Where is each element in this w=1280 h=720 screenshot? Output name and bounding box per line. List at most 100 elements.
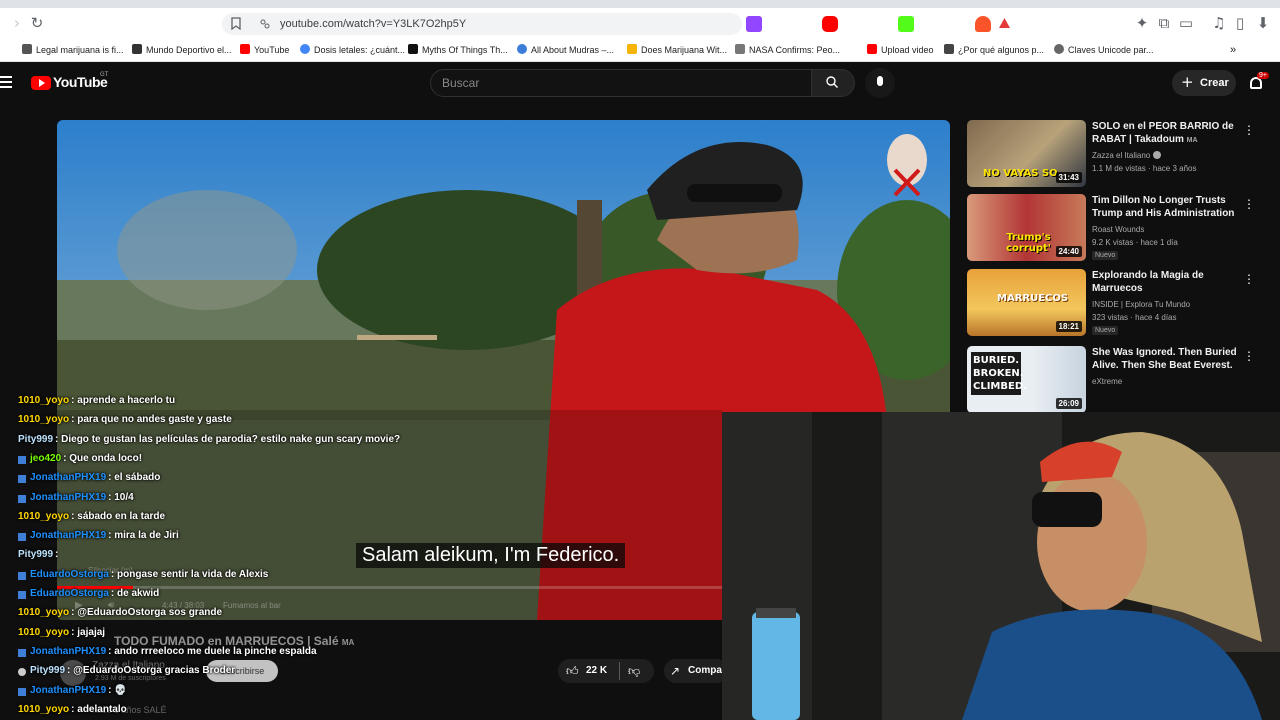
- like-count[interactable]: 22 K: [586, 665, 607, 676]
- mic-icon[interactable]: [877, 76, 883, 86]
- bookmarks-overflow-icon[interactable]: »: [1230, 44, 1236, 56]
- like-icon[interactable]: 👍︎: [566, 664, 579, 679]
- more-options-icon[interactable]: ⋮: [1243, 272, 1255, 286]
- chat-username[interactable]: jeo420: [30, 453, 61, 464]
- channel-name[interactable]: Zazza el Italiano: [1092, 151, 1161, 160]
- chat-text: : el sábado: [108, 472, 161, 484]
- chat-text: : para que no andes gaste y gaste: [71, 414, 232, 426]
- more-options-icon[interactable]: ⋮: [1243, 123, 1255, 137]
- chat-text: : Que onda loco!: [63, 452, 143, 464]
- brave-shield-icon[interactable]: [975, 16, 991, 32]
- platform-badge-icon: [18, 591, 26, 599]
- downloads-icon[interactable]: ⬇: [1254, 14, 1272, 32]
- bookmark-item[interactable]: ¿Por qué algunos p...: [944, 44, 1044, 55]
- chat-message: EduardoOstorga: pongase sentir la vida d…: [18, 568, 269, 580]
- chat-message: JonathanPHX19: el sábado: [18, 472, 161, 484]
- extension-puzzle-icon[interactable]: ✦: [1133, 14, 1151, 32]
- video-meta: 323 vistas · hace 4 días: [1092, 313, 1177, 322]
- chat-username[interactable]: JonathanPHX19: [30, 685, 106, 696]
- chat-message: EduardoOstorga: de akwid: [18, 588, 159, 599]
- bookmark-item[interactable]: NASA Confirms: Peo...: [735, 44, 840, 55]
- chat-message: Pity999:: [18, 549, 58, 560]
- channel-name[interactable]: eXtreme: [1092, 377, 1122, 386]
- twitch-icon[interactable]: [746, 16, 762, 32]
- bookmark-star-icon[interactable]: [231, 17, 241, 30]
- search-icon[interactable]: [826, 76, 838, 88]
- media-control-icon[interactable]: ♫: [1210, 14, 1228, 32]
- bookmark-item[interactable]: Legal marijuana is fi...: [22, 44, 124, 55]
- video-title[interactable]: Explorando la Magia de Marruecos: [1092, 269, 1240, 295]
- chat-text: : adelantalo: [71, 703, 127, 715]
- recommended-video[interactable]: MARRUECOS 18:21 Explorando la Magia de M…: [967, 269, 1262, 337]
- share-label: Compartir: [688, 665, 722, 676]
- chat-username[interactable]: 1010_yoyo: [18, 627, 69, 638]
- video-title[interactable]: Tim Dillon No Longer Trusts Trump and Hi…: [1092, 194, 1240, 220]
- bookmark-label: Myths Of Things Th...: [422, 45, 508, 55]
- brave-rewards-icon[interactable]: [998, 17, 1011, 29]
- recommended-video[interactable]: BURIED. BROKEN. CLIMBED. 26:09 She Was I…: [967, 346, 1262, 414]
- forward-icon[interactable]: ›: [8, 14, 26, 32]
- chat-text: : 10/4: [108, 491, 134, 503]
- chat-username[interactable]: Pity999: [18, 549, 53, 560]
- chat-username[interactable]: 1010_yoyo: [18, 414, 69, 425]
- bookmark-item[interactable]: Myths Of Things Th...: [408, 44, 508, 55]
- sidebar-icon[interactable]: ▯: [1231, 14, 1249, 32]
- url-text[interactable]: youtube.com/watch?v=Y3LK7O2hp5Y: [280, 18, 466, 30]
- bookmark-item[interactable]: Mundo Deportivo el...: [132, 44, 232, 55]
- reload-icon[interactable]: ↻: [28, 14, 46, 32]
- recommended-video[interactable]: NO VAYAS SO 31:43 SOLO en el PEOR BARRIO…: [967, 120, 1262, 188]
- bookmark-label: ¿Por qué algunos p...: [958, 45, 1045, 55]
- video-thumbnail[interactable]: BURIED. BROKEN. CLIMBED. 26:09: [967, 346, 1086, 413]
- kick-icon[interactable]: [898, 16, 914, 32]
- chat-username[interactable]: EduardoOstorga: [30, 569, 109, 580]
- bookmark-favicon: [1054, 44, 1064, 54]
- video-meta: 9.2 K vistas · hace 1 día: [1092, 238, 1178, 247]
- chat-username[interactable]: EduardoOstorga: [30, 588, 109, 599]
- chat-text: : pongase sentir la vida de Alexis: [110, 568, 269, 580]
- bookmark-item[interactable]: Dosis letales: ¿cuánt...: [300, 44, 405, 55]
- bookmark-item[interactable]: Upload video: [867, 44, 934, 55]
- chat-username[interactable]: 1010_yoyo: [18, 607, 69, 618]
- chat-username[interactable]: 1010_yoyo: [18, 704, 69, 715]
- chat-username[interactable]: 1010_yoyo: [18, 511, 69, 522]
- kick-badge-icon: [18, 494, 26, 503]
- bookmark-item[interactable]: Does Marijuana Wit...: [627, 44, 727, 55]
- bookmark-item[interactable]: All About Mudras –...: [517, 44, 614, 55]
- bookmark-item[interactable]: YouTube: [240, 44, 289, 55]
- video-thumbnail[interactable]: Trump's corrupt' 24:40: [967, 194, 1086, 261]
- cast-icon[interactable]: ▭: [1177, 14, 1195, 32]
- video-thumbnail[interactable]: NO VAYAS SO 31:43: [967, 120, 1086, 187]
- channel-name[interactable]: INSIDE | Explora Tu Mundo: [1092, 300, 1190, 309]
- menu-icon[interactable]: [0, 76, 12, 88]
- new-badge: Nuevo: [1092, 251, 1119, 260]
- extensions-icon[interactable]: ⧉: [1155, 14, 1173, 32]
- chat-message: JonathanPHX19: 💀: [18, 685, 127, 696]
- dislike-icon[interactable]: 👎︎: [628, 664, 640, 679]
- video-thumbnail[interactable]: MARRUECOS 18:21: [967, 269, 1086, 336]
- channel-name[interactable]: Roast Wounds: [1092, 225, 1144, 234]
- site-info-icon[interactable]: [259, 18, 271, 30]
- chat-text: : @EduardoOstorga sos grande: [71, 607, 223, 619]
- chat-username[interactable]: 1010_yoyo: [18, 395, 69, 406]
- chat-username[interactable]: JonathanPHX19: [30, 492, 106, 503]
- kick-badge-icon: [18, 475, 26, 484]
- search-input[interactable]: [430, 69, 812, 97]
- chat-message: 1010_yoyo: adelantalo: [18, 704, 127, 715]
- video-meta: 1.1 M de vistas · hace 3 años: [1092, 164, 1197, 173]
- more-options-icon[interactable]: ⋮: [1243, 349, 1255, 363]
- bookmark-item[interactable]: Claves Unicode par...: [1054, 44, 1154, 55]
- chat-username[interactable]: JonathanPHX19: [30, 472, 106, 483]
- video-title[interactable]: SOLO en el PEOR BARRIO de RABAT | Takado…: [1092, 120, 1240, 147]
- youtube-ext-icon[interactable]: [822, 16, 838, 32]
- youtube-logo-icon[interactable]: [31, 76, 51, 90]
- recommended-video[interactable]: Trump's corrupt' 24:40 Tim Dillon No Lon…: [967, 194, 1262, 262]
- video-title[interactable]: She Was Ignored. Then Buried Alive. Then…: [1092, 346, 1240, 372]
- more-options-icon[interactable]: ⋮: [1243, 197, 1255, 211]
- chat-username[interactable]: JonathanPHX19: [30, 530, 106, 541]
- plus-icon: +: [1181, 73, 1194, 91]
- webcam-overlay: [722, 412, 1280, 720]
- chat-username[interactable]: Pity999: [30, 665, 65, 676]
- chat-message: 1010_yoyo: sábado en la tarde: [18, 511, 165, 522]
- chat-username[interactable]: JonathanPHX19: [30, 646, 106, 657]
- chat-username[interactable]: Pity999: [18, 434, 53, 445]
